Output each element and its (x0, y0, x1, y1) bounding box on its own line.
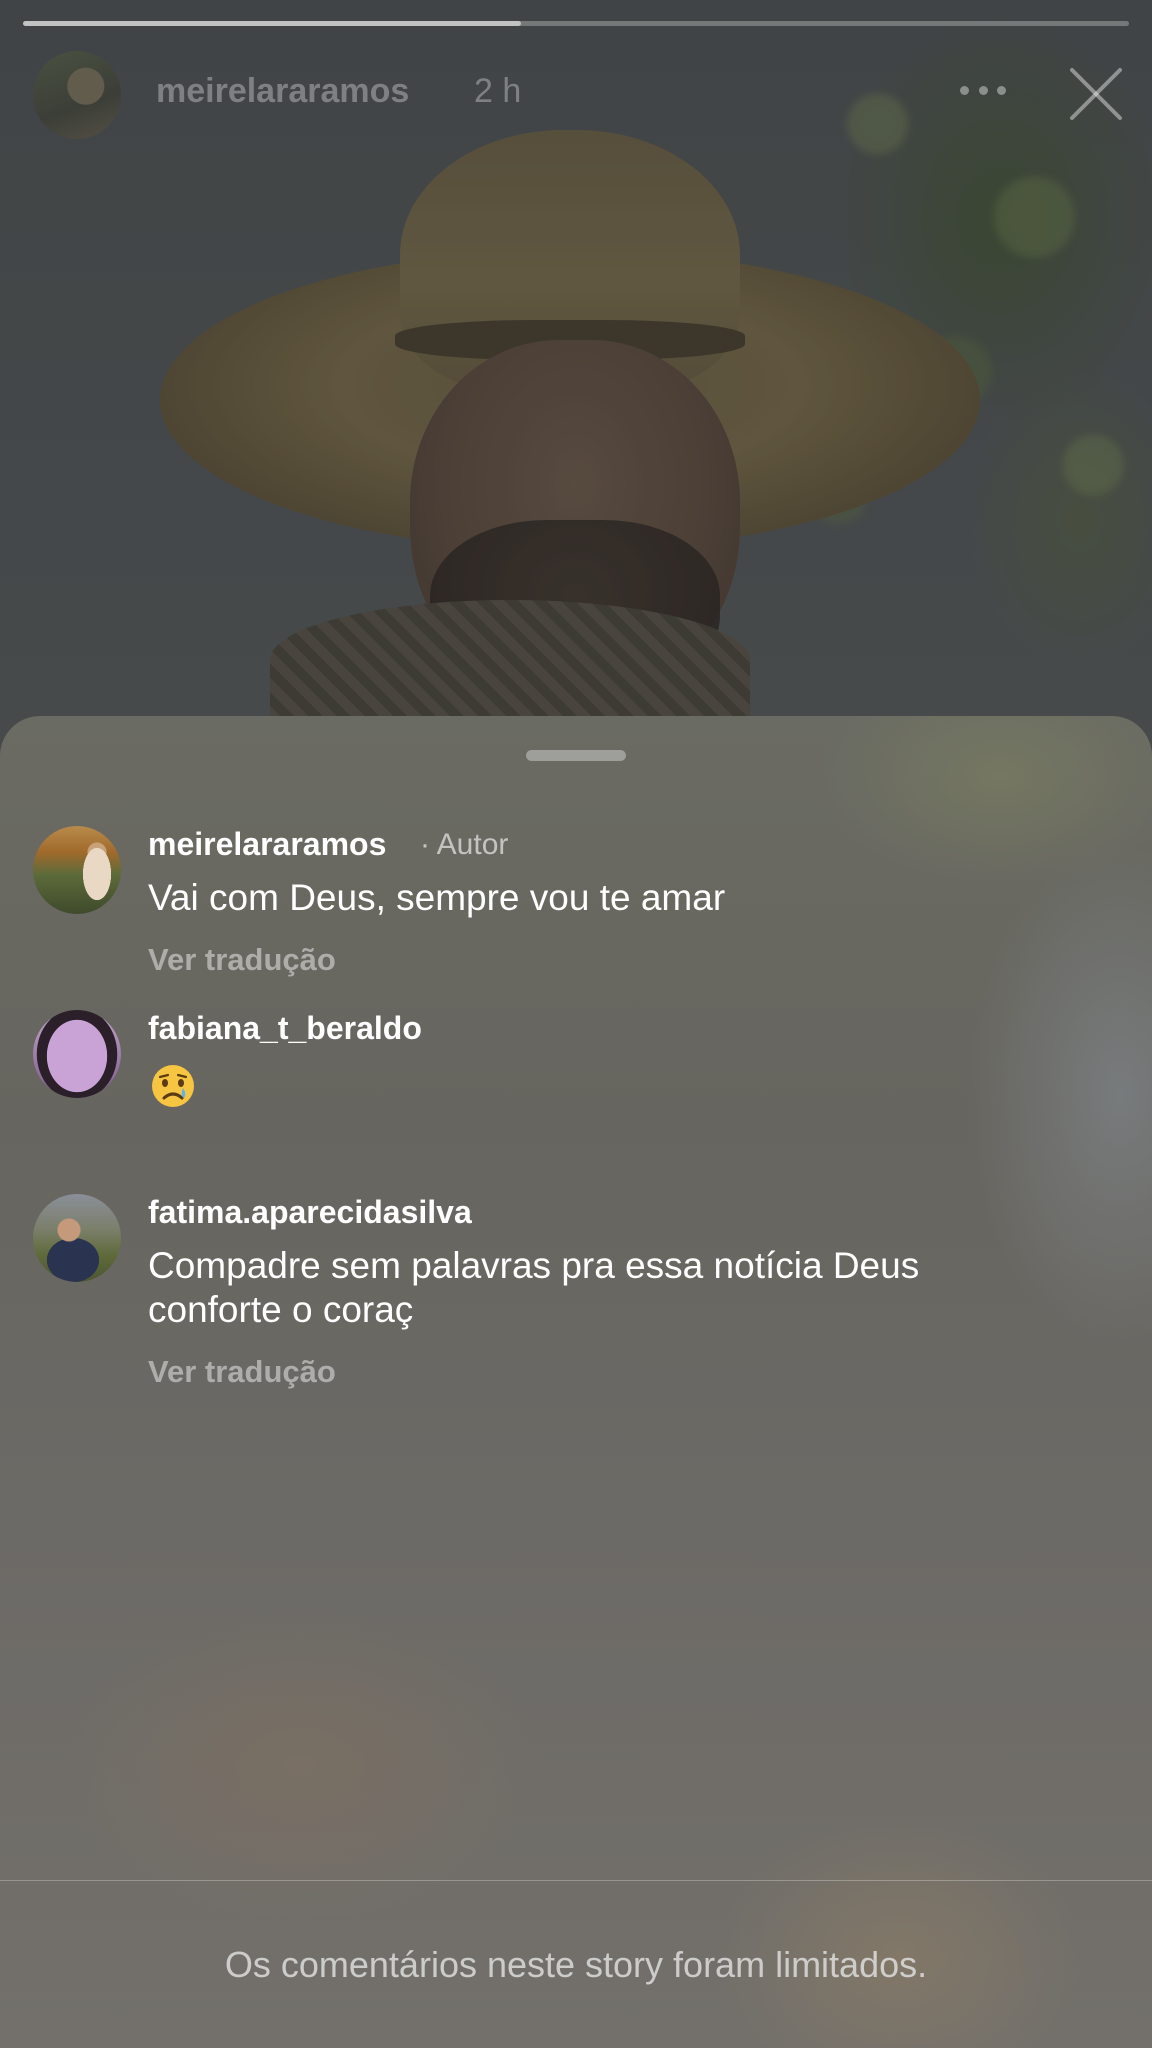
commenter-username[interactable]: fabiana_t_beraldo (148, 1010, 422, 1047)
author-badge: · Autor (420, 828, 509, 861)
story-author-avatar[interactable] (33, 51, 121, 139)
comments-limited-notice: Os comentários neste story foram limitad… (224, 1944, 928, 1985)
commenter-username[interactable]: fatima.aparecidasilva (148, 1194, 472, 1231)
footer-divider (0, 1880, 1152, 1881)
see-translation-link[interactable]: Ver tradução (148, 1354, 336, 1390)
comments-sheet: meirelararamos · Autor Vai com Deus, sem… (0, 716, 1152, 2048)
crying-face-emoji (150, 1063, 196, 1109)
see-translation-link[interactable]: Ver tradução (148, 942, 336, 978)
commenter-username[interactable]: meirelararamos (148, 826, 386, 863)
story-progress-bar (23, 21, 1129, 26)
close-icon[interactable] (1068, 66, 1124, 122)
story-progress-fill (23, 21, 521, 26)
comment-text: Vai com Deus, sempre vou te amar (148, 877, 726, 918)
story-author-username[interactable]: meirelararamos (156, 72, 409, 111)
story-timestamp: 2 h (474, 72, 522, 110)
commenter-avatar[interactable] (33, 826, 121, 914)
commenter-avatar[interactable] (33, 1194, 121, 1282)
comment-text: Compadre sem palavras pra essa notícia D… (148, 1245, 920, 1330)
sheet-drag-handle[interactable] (526, 750, 626, 761)
more-horizontal-icon[interactable] (960, 86, 1006, 98)
commenter-avatar[interactable] (33, 1010, 121, 1098)
